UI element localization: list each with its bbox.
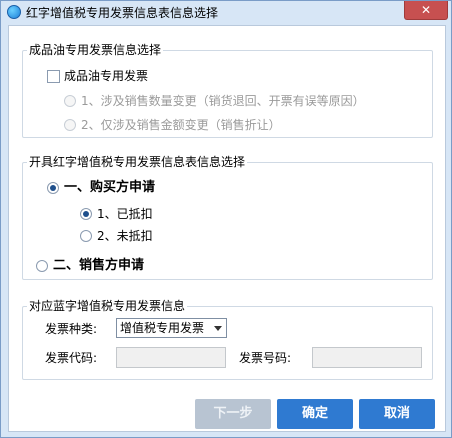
- oil-option-amount-row: 2、仅涉及销售金额变更（销售折让）: [64, 118, 281, 132]
- dialog-window: 红字增值税专用发票信息表信息选择 ✕ 成品油专用发票信息选择 成品油专用发票 1…: [0, 0, 452, 438]
- ok-button[interactable]: 确定: [277, 399, 353, 429]
- close-button[interactable]: ✕: [404, 1, 448, 20]
- buyer-apply-row[interactable]: 一、购买方申请: [47, 181, 155, 195]
- buyer-apply-label: 一、购买方申请: [64, 180, 156, 195]
- next-step-button[interactable]: 下一步: [195, 399, 271, 429]
- issue-info-group: 开具红字增值税专用发票信息表信息选择 一、购买方申请 1、已抵扣 2、未抵扣 二…: [22, 155, 433, 280]
- invoice-code-label: 发票代码:: [45, 351, 98, 365]
- window-title: 红字增值税专用发票信息表信息选择: [26, 6, 219, 20]
- not-deducted-label: 2、未抵扣: [97, 229, 153, 243]
- oil-option-quantity-row: 1、涉及销售数量变更（销货退回、开票有误等原因）: [64, 94, 365, 108]
- seller-apply-row[interactable]: 二、销售方申请: [36, 259, 144, 273]
- not-deducted-row[interactable]: 2、未抵扣: [80, 229, 153, 243]
- deducted-row[interactable]: 1、已抵扣: [80, 207, 153, 221]
- invoice-type-select[interactable]: 增值税专用发票: [116, 318, 227, 338]
- oil-option-quantity-label: 1、涉及销售数量变更（销货退回、开票有误等原因）: [81, 94, 365, 108]
- deducted-label: 1、已抵扣: [97, 207, 153, 221]
- seller-apply-radio[interactable]: [36, 260, 48, 272]
- oil-option-amount-label: 2、仅涉及销售金额变更（销售折让）: [81, 118, 281, 132]
- app-icon: [7, 5, 21, 19]
- oil-invoice-group: 成品油专用发票信息选择 成品油专用发票 1、涉及销售数量变更（销货退回、开票有误…: [22, 43, 433, 138]
- deducted-radio[interactable]: [80, 208, 92, 220]
- oil-invoice-checkbox-label: 成品油专用发票: [64, 69, 149, 83]
- oil-invoice-group-legend: 成品油专用发票信息选择: [27, 43, 164, 57]
- title-bar[interactable]: 红字增值税专用发票信息表信息选择 ✕: [1, 1, 451, 23]
- not-deducted-radio[interactable]: [80, 230, 92, 242]
- blue-invoice-group-legend: 对应蓝字增值税专用发票信息: [27, 299, 188, 313]
- blue-invoice-group: 对应蓝字增值税专用发票信息 发票种类: 增值税专用发票 发票代码: 发票号码:: [22, 299, 433, 380]
- dialog-content: 成品油专用发票信息选择 成品油专用发票 1、涉及销售数量变更（销货退回、开票有误…: [8, 25, 446, 432]
- invoice-type-value: 增值税专用发票: [120, 321, 205, 335]
- issue-info-group-legend: 开具红字增值税专用发票信息表信息选择: [27, 155, 248, 169]
- cancel-button[interactable]: 取消: [359, 399, 435, 429]
- chevron-down-icon: [214, 326, 222, 331]
- oil-option-quantity-radio: [64, 95, 76, 107]
- oil-invoice-checkbox[interactable]: [47, 69, 60, 83]
- oil-option-amount-radio: [64, 119, 76, 131]
- invoice-code-field[interactable]: [116, 347, 226, 368]
- invoice-number-field[interactable]: [312, 347, 422, 368]
- oil-invoice-checkbox-row[interactable]: 成品油专用发票: [47, 69, 148, 83]
- seller-apply-label: 二、销售方申请: [53, 258, 145, 273]
- invoice-number-label: 发票号码:: [239, 351, 292, 365]
- invoice-type-label: 发票种类:: [45, 322, 98, 336]
- buyer-apply-radio[interactable]: [47, 182, 59, 194]
